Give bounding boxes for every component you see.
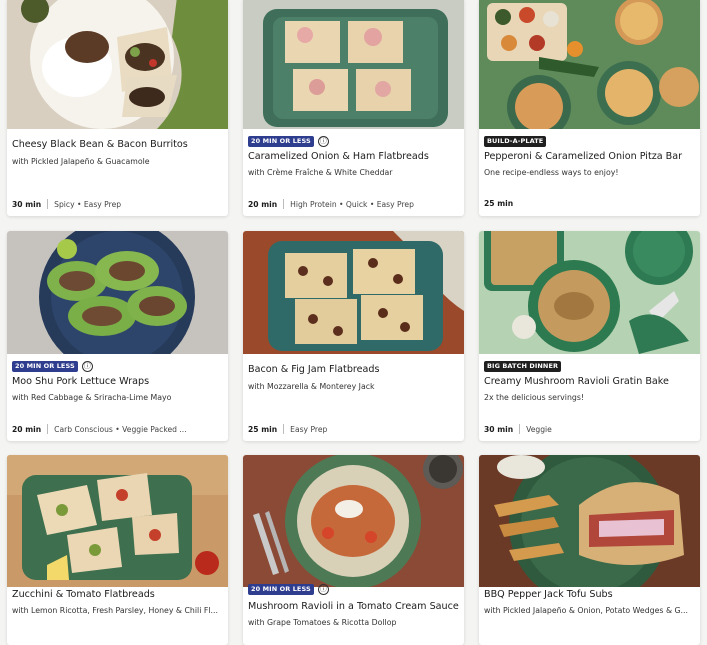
meta-divider [47, 424, 49, 434]
recipe-title[interactable]: Bacon & Fig Jam Flatbreads [248, 364, 459, 375]
recipe-title[interactable]: Moo Shu Pork Lettuce Wraps [12, 376, 223, 387]
recipe-photo[interactable] [7, 455, 228, 587]
info-icon[interactable]: ⓘ [81, 360, 93, 372]
recipe-grid: Cheesy Black Bean & Bacon Burritos with … [0, 0, 707, 645]
recipe-subtitle: with Mozzarella & Monterey Jack [248, 382, 375, 391]
recipe-subtitle: 2x the delicious servings! [484, 393, 585, 402]
recipe-badge: 20 MIN OR LESS [12, 360, 78, 372]
recipe-photo[interactable] [479, 0, 700, 129]
cook-time: 30 min [12, 199, 42, 209]
recipe-card-mushroom-ravioli-tomato-cream[interactable]: 20 MIN OR LESS ⓘ Mushroom Ravioli in a T… [243, 455, 464, 645]
recipe-badge: 20 MIN OR LESS [248, 583, 314, 595]
cook-time: 25 min [484, 199, 514, 208]
recipe-photo[interactable] [479, 455, 700, 587]
recipe-subtitle: One recipe-endless ways to enjoy! [484, 168, 619, 177]
badge-row: 20 MIN OR LESS ⓘ [248, 135, 329, 147]
recipe-subtitle: with Grape Tomatoes & Ricotta Dollop [248, 618, 397, 627]
recipe-meta: 25 min [484, 199, 695, 208]
cook-time: 25 min [248, 424, 278, 434]
info-icon[interactable]: ⓘ [317, 135, 329, 147]
recipe-subtitle: with Lemon Ricotta, Fresh Parsley, Honey… [12, 606, 218, 615]
recipe-subtitle: with Red Cabbage & Sriracha-Lime Mayo [12, 393, 172, 402]
recipe-card-bacon-fig-flatbreads[interactable]: Bacon & Fig Jam Flatbreads with Mozzarel… [243, 231, 464, 441]
recipe-subtitle: with Crème Fraîche & White Cheddar [248, 168, 393, 177]
recipe-meta: 25 min Easy Prep [248, 424, 459, 434]
badge-row: 20 MIN OR LESS ⓘ [12, 360, 93, 372]
recipe-title[interactable]: Cheesy Black Bean & Bacon Burritos [12, 139, 223, 150]
recipe-title[interactable]: Mushroom Ravioli in a Tomato Cream Sauce [248, 601, 459, 612]
recipe-tags: Easy Prep [290, 424, 328, 434]
recipe-photo[interactable] [7, 231, 228, 354]
recipe-card-pitza-bar[interactable]: BUILD-A-PLATE Pepperoni & Caramelized On… [479, 0, 700, 216]
recipe-photo[interactable] [7, 0, 228, 129]
recipe-title[interactable]: Zucchini & Tomato Flatbreads [12, 589, 223, 600]
meta-divider [283, 424, 285, 434]
recipe-card-onion-ham-flatbreads[interactable]: 20 MIN OR LESS ⓘ Caramelized Onion & Ham… [243, 0, 464, 216]
recipe-meta: 20 min High Protein • Quick • Easy Prep [248, 199, 459, 209]
recipe-title[interactable]: BBQ Pepper Jack Tofu Subs [484, 589, 695, 600]
cook-time: 20 min [12, 424, 42, 434]
recipe-subtitle: with Pickled Jalapeño & Onion, Potato We… [484, 606, 688, 615]
recipe-card-zucchini-tomato-flatbreads[interactable]: Zucchini & Tomato Flatbreads with Lemon … [7, 455, 228, 645]
cook-time: 30 min [484, 424, 514, 434]
cook-time: 20 min [248, 199, 278, 209]
badge-row: BUILD-A-PLATE [484, 135, 547, 147]
recipe-title[interactable]: Pepperoni & Caramelized Onion Pitza Bar [484, 151, 695, 162]
recipe-meta: 30 min Spicy • Easy Prep [12, 199, 223, 209]
recipe-tags: Veggie [526, 424, 552, 434]
meta-divider [47, 199, 49, 209]
recipe-photo[interactable] [243, 0, 464, 129]
recipe-tags: Carb Conscious • Veggie Packed ... [54, 424, 187, 434]
recipe-photo[interactable] [243, 231, 464, 354]
meta-divider [283, 199, 285, 209]
recipe-meta: 30 min Veggie [484, 424, 695, 434]
meta-divider [519, 424, 521, 434]
recipe-badge: BIG BATCH DINNER [484, 360, 562, 372]
recipe-badge: 20 MIN OR LESS [248, 135, 314, 147]
recipe-tags: Spicy • Easy Prep [54, 199, 122, 209]
recipe-tags: High Protein • Quick • Easy Prep [290, 199, 414, 209]
recipe-photo[interactable] [243, 455, 464, 587]
recipe-photo[interactable] [479, 231, 700, 354]
recipe-card-moo-shu-pork[interactable]: 20 MIN OR LESS ⓘ Moo Shu Pork Lettuce Wr… [7, 231, 228, 441]
badge-row: BIG BATCH DINNER [484, 360, 562, 372]
recipe-card-bbq-tofu-subs[interactable]: BBQ Pepper Jack Tofu Subs with Pickled J… [479, 455, 700, 645]
recipe-badge: BUILD-A-PLATE [484, 135, 547, 147]
info-icon[interactable]: ⓘ [317, 583, 329, 595]
recipe-title[interactable]: Creamy Mushroom Ravioli Gratin Bake [484, 376, 695, 387]
recipe-card-black-bean-burritos[interactable]: Cheesy Black Bean & Bacon Burritos with … [7, 0, 228, 216]
badge-row: 20 MIN OR LESS ⓘ [248, 583, 329, 595]
recipe-title[interactable]: Caramelized Onion & Ham Flatbreads [248, 151, 459, 162]
recipe-meta: 20 min Carb Conscious • Veggie Packed ..… [12, 424, 223, 434]
recipe-card-ravioli-gratin[interactable]: BIG BATCH DINNER Creamy Mushroom Ravioli… [479, 231, 700, 441]
recipe-subtitle: with Pickled Jalapeño & Guacamole [12, 157, 150, 166]
